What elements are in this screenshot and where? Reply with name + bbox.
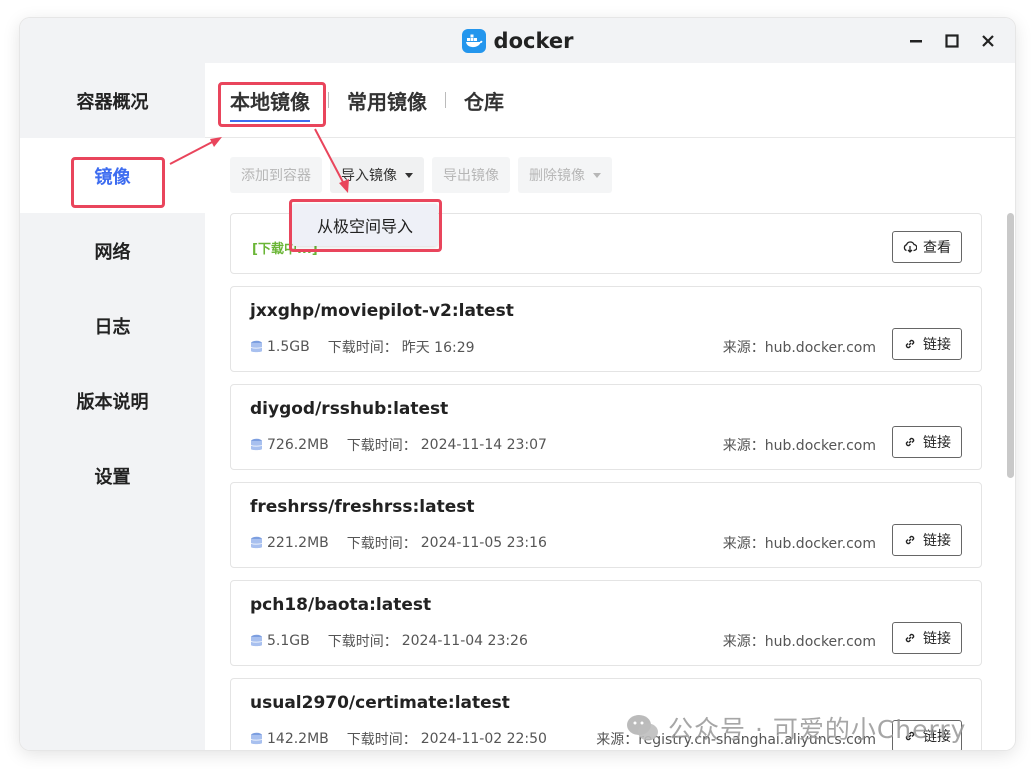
sidebar-item-overview[interactable]: 容器概况: [20, 63, 205, 138]
image-card: pch18/baota:latest 5.1GB 下载时间： 2024-11-04…: [230, 580, 982, 666]
import-image-button[interactable]: 导入镜像: [330, 157, 424, 193]
image-name: usual2970/certimate:latest: [250, 693, 510, 713]
download-time: 2024-11-04 23:26: [401, 633, 528, 649]
download-time-label: 下载时间：: [346, 438, 417, 454]
watermark: 公众号 · 可爱的小Cherry: [626, 710, 966, 746]
delete-image-button[interactable]: 删除镜像: [518, 157, 612, 193]
image-source: 来源：hub.docker.com: [722, 634, 876, 650]
image-card: diygod/rsshub:latest 726.2MB 下载时间： 2024-1…: [230, 384, 982, 470]
export-image-button[interactable]: 导出镜像: [432, 157, 510, 193]
image-card: freshrss/freshrss:latest 221.2MB 下载时间： 20…: [230, 482, 982, 568]
sidebar: 容器概况 镜像 网络 日志 版本说明 设置: [20, 63, 205, 750]
image-size: 1.5GB: [267, 339, 310, 355]
image-source: 来源：hub.docker.com: [722, 536, 876, 552]
image-card: jxxghp/moviepilot-v2:latest 1.5GB 下载时间：昨…: [230, 286, 982, 372]
database-icon: [250, 340, 263, 353]
tab-registry[interactable]: 仓库: [464, 80, 504, 121]
image-size: 221.2MB: [267, 535, 329, 551]
tab-local-images[interactable]: 本地镜像: [230, 80, 310, 122]
download-time: 昨天 16:29: [401, 340, 475, 356]
tab-divider: [445, 92, 446, 108]
download-time: 2024-11-05 23:16: [420, 535, 547, 551]
cloud-download-icon: [903, 241, 917, 253]
link-button[interactable]: 链接: [892, 524, 962, 556]
maximize-icon[interactable]: [943, 32, 961, 50]
database-icon: [250, 536, 263, 549]
download-time-label: 下载时间：: [346, 732, 417, 748]
import-from-zspace-option[interactable]: 从极空间导入: [292, 204, 438, 246]
caret-down-icon: [405, 172, 413, 178]
image-meta: 142.2MB 下载时间： 2024-11-02 22:50: [250, 729, 547, 749]
window-controls: [907, 18, 997, 63]
sidebar-item-images[interactable]: 镜像: [20, 138, 205, 213]
image-meta: 1.5GB 下载时间： 昨天 16:29: [250, 337, 475, 357]
database-icon: [250, 732, 263, 745]
link-icon: [905, 339, 915, 349]
close-icon[interactable]: [979, 32, 997, 50]
link-button[interactable]: 链接: [892, 622, 962, 654]
image-size: 5.1GB: [267, 633, 310, 649]
download-time: 2024-11-02 22:50: [420, 731, 547, 747]
image-source: 来源：hub.docker.com: [722, 438, 876, 454]
link-button[interactable]: 链接: [892, 328, 962, 360]
link-icon: [905, 633, 915, 643]
title-bar: docker: [20, 18, 1015, 63]
download-time-label: 下载时间：: [327, 340, 398, 356]
sidebar-item-release-notes[interactable]: 版本说明: [20, 363, 205, 438]
sidebar-item-network[interactable]: 网络: [20, 213, 205, 288]
minimize-icon[interactable]: [907, 32, 925, 50]
tab-bar: 本地镜像 常用镜像 仓库: [205, 63, 1015, 138]
caret-down-icon: [593, 172, 601, 178]
database-icon: [250, 438, 263, 451]
docker-window: docker 容器概况 镜像 网络 日志 版本说明 设置 本地镜像 常用镜像 仓…: [20, 18, 1015, 750]
sidebar-item-logs[interactable]: 日志: [20, 288, 205, 363]
image-size: 142.2MB: [267, 731, 329, 747]
view-button[interactable]: 查看: [892, 231, 962, 263]
image-name: pch18/baota:latest: [250, 595, 432, 615]
image-meta: 5.1GB 下载时间： 2024-11-04 23:26: [250, 631, 528, 651]
download-time: 2024-11-14 23:07: [420, 437, 547, 453]
app-title: docker: [461, 28, 574, 53]
image-size: 726.2MB: [267, 437, 329, 453]
wechat-icon: [627, 715, 658, 741]
image-source: 来源：hub.docker.com: [722, 340, 876, 356]
sidebar-item-settings[interactable]: 设置: [20, 438, 205, 513]
download-time-label: 下载时间：: [346, 536, 417, 552]
link-icon: [905, 535, 915, 545]
main-panel: 本地镜像 常用镜像 仓库 添加到容器 导入镜像 导出镜像 删除镜像 [下载中..…: [205, 63, 1015, 750]
image-name: jxxghp/moviepilot-v2:latest: [250, 301, 514, 321]
tab-common-images[interactable]: 常用镜像: [347, 80, 427, 121]
docker-whale-icon: [461, 28, 486, 53]
image-meta: 726.2MB 下载时间： 2024-11-14 23:07: [250, 435, 547, 455]
tab-divider: [328, 92, 329, 108]
download-time-label: 下载时间：: [327, 634, 398, 650]
link-icon: [905, 437, 915, 447]
image-meta: 221.2MB 下载时间： 2024-11-05 23:16: [250, 533, 547, 553]
add-to-container-button[interactable]: 添加到容器: [230, 157, 322, 193]
vertical-scrollbar[interactable]: [1007, 213, 1014, 478]
database-icon: [250, 634, 263, 647]
app-title-text: docker: [493, 28, 574, 53]
link-button[interactable]: 链接: [892, 426, 962, 458]
image-name: freshrss/freshrss:latest: [250, 497, 475, 517]
image-name: diygod/rsshub:latest: [250, 399, 449, 419]
toolbar: 添加到容器 导入镜像 导出镜像 删除镜像: [230, 157, 612, 193]
